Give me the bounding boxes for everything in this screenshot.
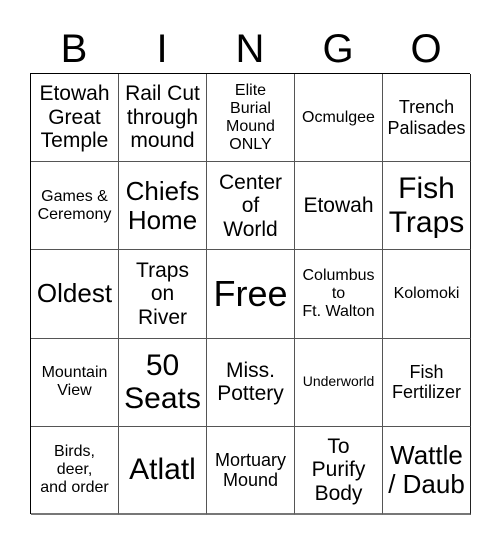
bingo-cell[interactable]: Atlatl (119, 426, 207, 515)
bingo-cell[interactable]: Kolomoki (383, 250, 471, 339)
bingo-cell[interactable]: Mortuary Mound (207, 426, 295, 515)
bingo-cell[interactable]: Fish Fertilizer (383, 338, 471, 427)
bingo-cell[interactable]: Birds, deer, and order (31, 426, 119, 515)
header-letter-o: O (410, 27, 442, 71)
bingo-board: Etowah Great Temple Rail Cut through mou… (30, 73, 471, 515)
bingo-header: B I N G O (30, 24, 470, 74)
bingo-cell[interactable]: Elite Burial Mound ONLY (207, 74, 295, 163)
header-letter-n: N (235, 27, 265, 71)
free-space-cell[interactable]: Free (207, 250, 295, 339)
bingo-cell[interactable]: Ocmulgee (295, 74, 383, 163)
bingo-cell[interactable]: Miss. Pottery (207, 338, 295, 427)
bingo-cell[interactable]: Underworld (295, 338, 383, 427)
bingo-cell[interactable]: Fish Traps (383, 162, 471, 251)
bingo-cell[interactable]: Games & Ceremony (31, 162, 119, 251)
header-letter-b: B (60, 27, 88, 71)
bingo-cell[interactable]: Oldest (31, 250, 119, 339)
bingo-cell[interactable]: Rail Cut through mound (119, 74, 207, 163)
bingo-cell[interactable]: Mountain View (31, 338, 119, 427)
header-letter-g: G (322, 27, 354, 71)
header-letter-i: I (156, 27, 168, 71)
bingo-cell[interactable]: Etowah (295, 162, 383, 251)
bingo-cell[interactable]: 50 Seats (119, 338, 207, 427)
bingo-cell[interactable]: Chiefs Home (119, 162, 207, 251)
bingo-cell[interactable]: Wattle / Daub (383, 426, 471, 515)
bingo-cell[interactable]: Center of World (207, 162, 295, 251)
bingo-cell[interactable]: Trench Palisades (383, 74, 471, 163)
bingo-cell[interactable]: Etowah Great Temple (31, 74, 119, 163)
bingo-cell[interactable]: To Purify Body (295, 426, 383, 515)
bingo-cell[interactable]: Traps on River (119, 250, 207, 339)
bingo-cell[interactable]: Columbus to Ft. Walton (295, 250, 383, 339)
